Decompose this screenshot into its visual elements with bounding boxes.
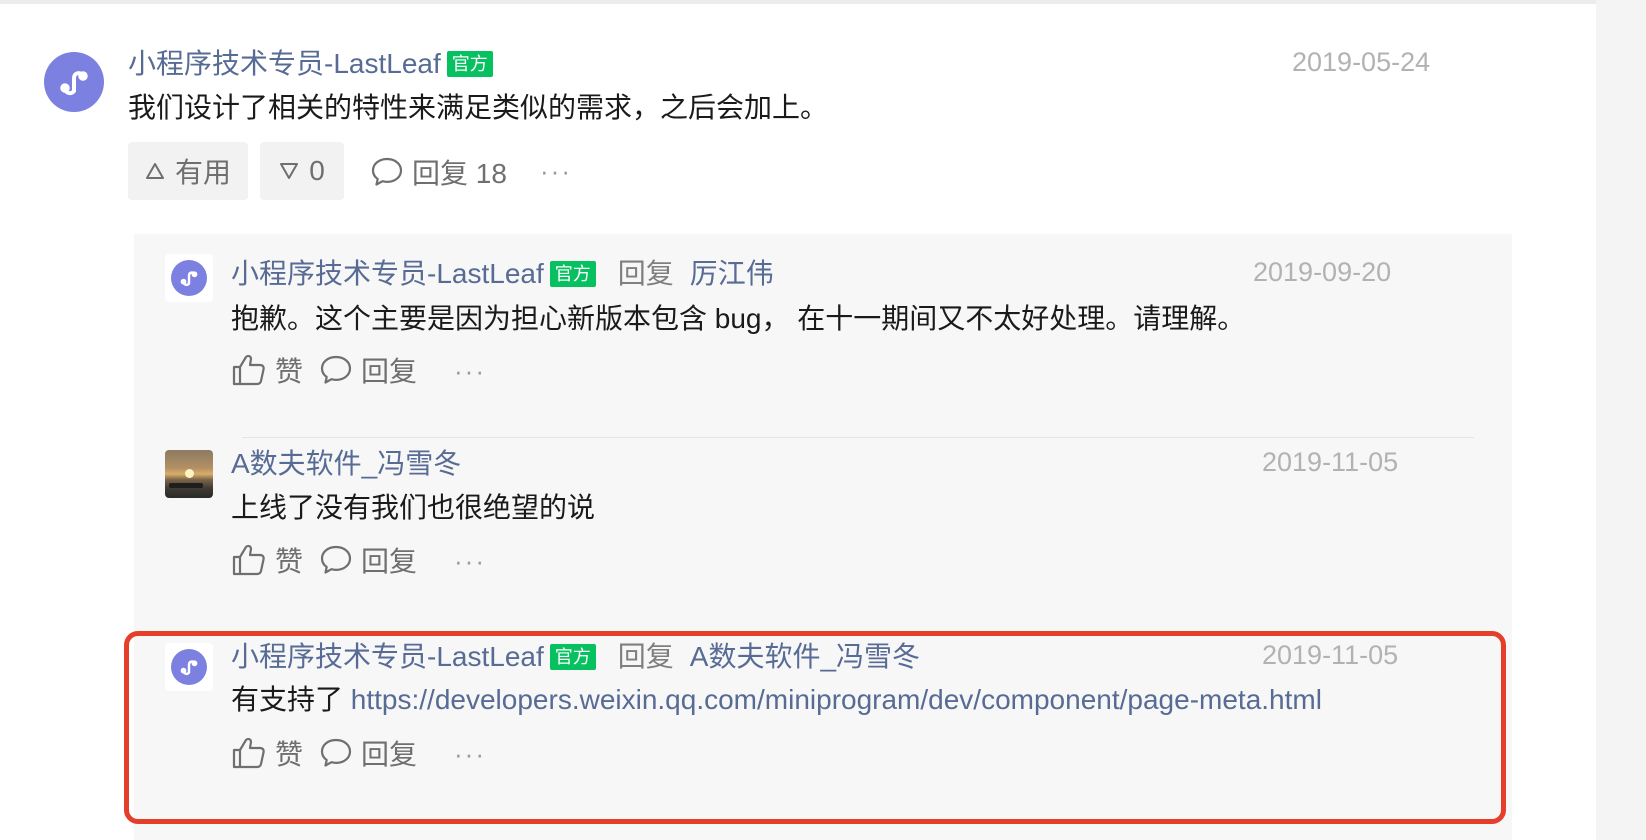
reply-label: 回复 (361, 546, 418, 577)
like-label: 赞 (275, 356, 304, 387)
reply2-more-button[interactable]: ··· (454, 546, 486, 577)
thumbs-up-icon (232, 544, 265, 576)
reply1-avatar[interactable] (165, 254, 213, 302)
avatar-photo-land (169, 483, 203, 488)
more-icon: ··· (540, 156, 572, 186)
comment-bubble-icon (320, 545, 352, 574)
reply1-target[interactable]: 厉江伟 (690, 256, 774, 292)
like-label: 赞 (275, 546, 304, 577)
upvote-icon (145, 163, 164, 179)
author-name[interactable]: 小程序技术专员-LastLeaf (128, 48, 441, 79)
top-border (0, 0, 1596, 4)
reply1-content: 抱歉。这个主要是因为担心新版本包含 bug， 在十一期间又不太好处理。请理解。 (231, 303, 1246, 334)
right-scroll-gutter[interactable] (1596, 0, 1646, 840)
useful-label: 有用 (174, 157, 231, 188)
author-name[interactable]: 小程序技术专员-LastLeaf (231, 258, 544, 289)
reply1-like-button[interactable]: 赞 (231, 350, 303, 390)
reply1-header: 小程序技术专员-LastLeaf 官方 回复 厉江伟 (231, 256, 774, 292)
downvote-icon (280, 163, 299, 179)
comment-bubble-icon (371, 157, 403, 186)
official-badge: 官方 (446, 51, 493, 77)
reply1-date: 2019-09-20 (1253, 257, 1392, 287)
reply-count-label: 回复 18 (412, 158, 507, 189)
reply1-reply-button[interactable]: 回复 (319, 350, 417, 390)
avatar-photo-sun (185, 469, 194, 478)
reply1-more-button[interactable]: ··· (454, 356, 486, 387)
comment-bubble-icon (320, 355, 352, 384)
reply-count-button[interactable]: 回复 18 (370, 152, 507, 192)
reply1-author[interactable]: 小程序技术专员-LastLeaf 官方 (231, 256, 596, 292)
official-badge: 官方 (549, 261, 596, 287)
reply2-date: 2019-11-05 (1262, 447, 1399, 477)
author-name[interactable]: A数夫软件_冯雪冬 (231, 448, 461, 479)
reply2-content: 上线了没有我们也很绝望的说 (231, 492, 596, 523)
reply-label: 回复 (361, 356, 418, 387)
reply2-reply-button[interactable]: 回复 (319, 540, 417, 580)
reply-word: 回复 (617, 258, 674, 289)
main-comment-date: 2019-05-24 (1292, 47, 1431, 77)
miniprogram-logo-icon (180, 271, 198, 287)
reply2-avatar[interactable] (165, 450, 213, 498)
main-comment-avatar[interactable] (44, 52, 104, 112)
downvote-button[interactable]: 0 (260, 142, 344, 200)
thumbs-up-icon (232, 354, 265, 386)
downvote-count: 0 (309, 155, 325, 186)
main-more-button[interactable]: ··· (540, 156, 572, 187)
main-comment-content: 我们设计了相关的特性来满足类似的需求，之后会加上。 (128, 92, 829, 123)
reply-divider (242, 437, 1474, 438)
reply2-like-button[interactable]: 赞 (231, 540, 303, 580)
reply2-author[interactable]: A数夫软件_冯雪冬 (231, 446, 461, 482)
miniprogram-logo-icon (60, 71, 88, 96)
more-icon: ··· (454, 356, 486, 386)
red-highlight-box (124, 631, 1506, 824)
useful-button[interactable]: 有用 (128, 142, 248, 200)
more-icon: ··· (454, 546, 486, 576)
main-comment-author[interactable]: 小程序技术专员-LastLeaf 官方 (128, 46, 493, 82)
